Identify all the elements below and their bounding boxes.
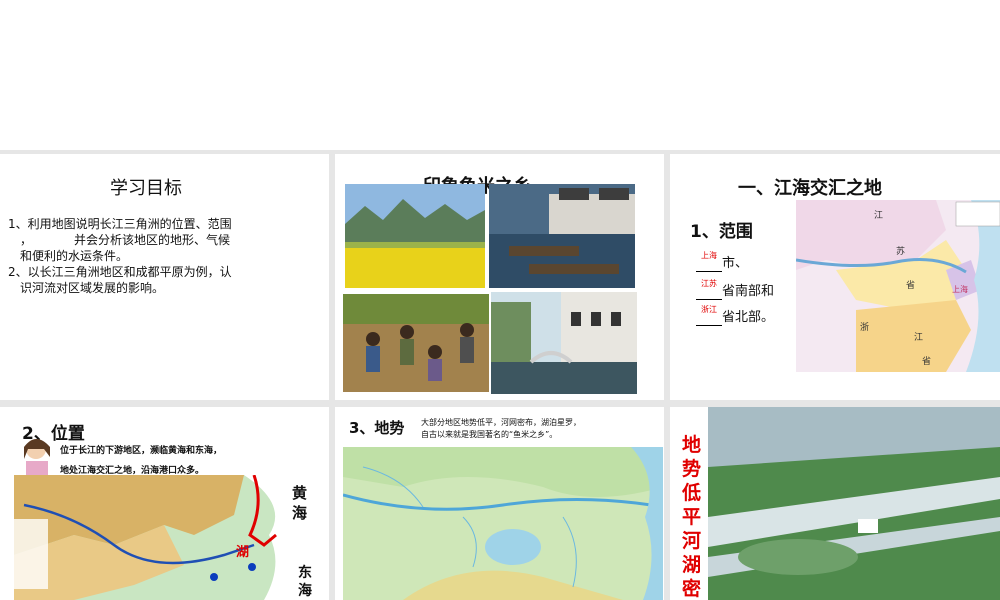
scope-line-2-text: 省南部和	[722, 284, 775, 299]
map-label-sheng-2: 省	[922, 355, 931, 367]
canal-town-photo	[491, 292, 637, 394]
goal-item-1-line-3: 和便利的水运条件。	[20, 249, 129, 263]
scope-line-3-text: 省北部。	[722, 310, 775, 325]
scope-blank-3: 浙江	[701, 305, 717, 314]
map-label-shanghai: 上海	[952, 284, 968, 294]
terrain-title: 3、地势	[349, 419, 405, 437]
map-label-zhe: 浙	[860, 321, 869, 333]
location-relief-map	[14, 475, 328, 600]
terrain-map	[343, 447, 663, 600]
slide-terrain[interactable]: 3、地势 大部分地区地势低平，河网密布，湖泊星罗， 自古以来就是我国著名的“鱼米…	[335, 407, 664, 600]
lowland-vertical-text: 地势低平河湖密集	[682, 434, 702, 600]
slide-location[interactable]: 2、位置 位于长江的下游地区，濒临黄海和东海， 地处江海交汇之地，沿海港口众多。…	[0, 407, 329, 600]
rapeseed-field-photo	[345, 184, 485, 288]
goal-item-2-line-2: 识河流对区域发展的影响。	[20, 281, 165, 295]
water-town-boats-photo	[489, 184, 635, 288]
yellow-sea-label: 黄海	[292, 484, 308, 522]
scope-line-1: 上海 市、	[696, 251, 749, 272]
farmers-field-photo	[343, 294, 489, 392]
scope-line-1-text: 市、	[722, 256, 749, 271]
slide-impression[interactable]: 印象鱼米之乡	[335, 154, 664, 400]
goal-item-2-line-1: 2、以长江三角洲地区和成都平原为例，认	[8, 265, 232, 279]
slide-goals[interactable]: 学习目标 1、利用地图说明长江三角洲的位置、范围 ， 并会分析该地区的地形、气候…	[0, 154, 329, 400]
goals-title: 学习目标	[110, 178, 182, 199]
scope-title: 一、江海交汇之地	[738, 178, 882, 199]
lake-label: 湖	[236, 545, 250, 560]
goal-item-1-line-1: 1、利用地图说明长江三角洲的位置、范围	[8, 217, 232, 231]
scope-subtitle: 1、范围	[690, 222, 753, 242]
goal-item-1-line-2: ， 并会分析该地区的地形、气候	[20, 233, 231, 247]
slide-scope[interactable]: 一、江海交汇之地 1、范围 上海 市、 江苏 省南部和 浙江 省北部。 江 苏 …	[670, 154, 1000, 400]
scope-line-2: 江苏 省南部和	[696, 279, 775, 300]
map-label-jiang-2: 江	[914, 332, 923, 343]
canal-aerial-photo	[708, 407, 1000, 600]
map-label-su: 苏	[896, 245, 905, 257]
terrain-line-1: 大部分地区地势低平，河网密布，湖泊星罗，	[421, 418, 581, 427]
east-sea-label: 东海	[298, 565, 312, 599]
scope-line-3: 浙江 省北部。	[696, 305, 775, 326]
location-line-1: 位于长江的下游地区，濒临黄海和东海，	[60, 446, 223, 456]
terrain-line-2: 自古以来就是我国著名的“鱼米之乡”。	[421, 430, 558, 439]
map-label-jiang-1: 江	[874, 210, 883, 221]
goals-list: 1、利用地图说明长江三角洲的位置、范围 ， 并会分析该地区的地形、气候 和便利的…	[8, 216, 326, 296]
delta-scope-map: 江 苏 省 浙 江 省 上海	[796, 200, 1000, 372]
scope-blank-2: 江苏	[701, 279, 717, 288]
map-label-sheng-1: 省	[906, 279, 915, 291]
slide-lowland[interactable]: 地势低平河湖密集	[670, 407, 1000, 600]
scope-blank-1: 上海	[701, 251, 717, 260]
